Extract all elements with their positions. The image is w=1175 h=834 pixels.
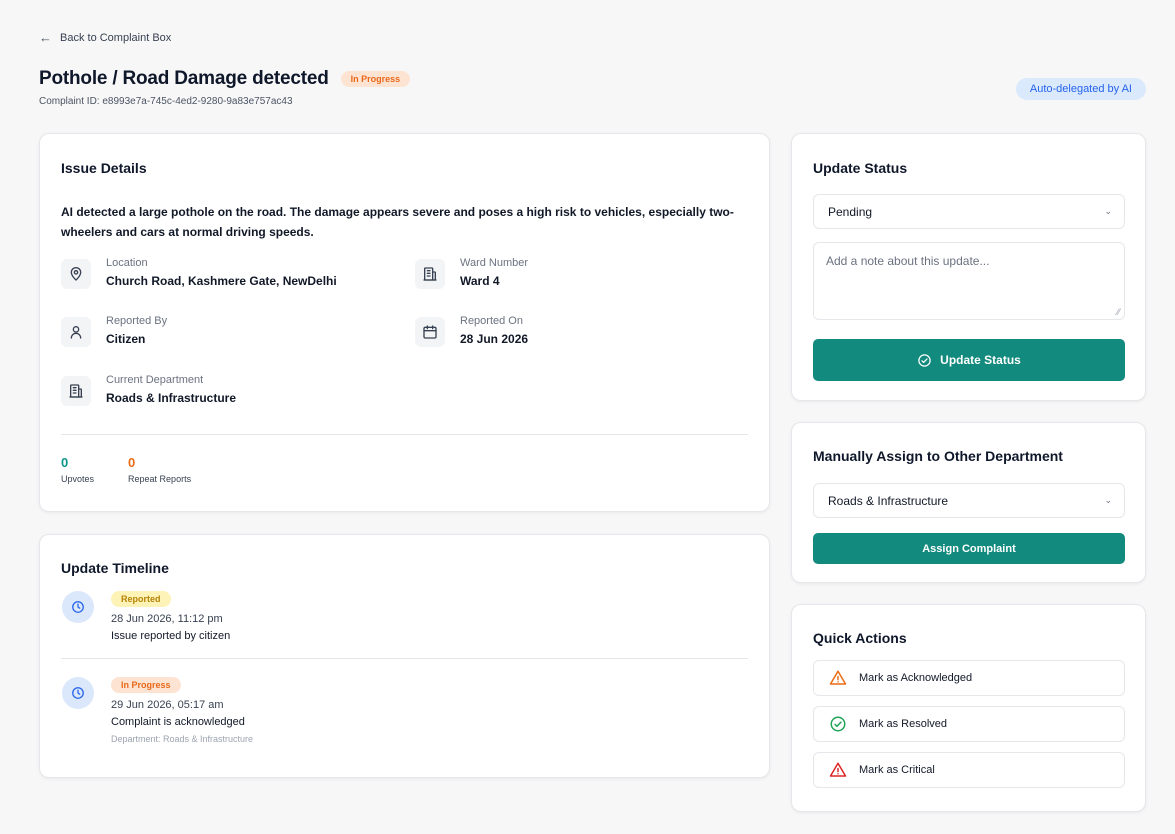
issue-description: AI detected a large pothole on the road.…	[61, 205, 734, 239]
resize-handle-icon[interactable]: ⁄⁄	[1117, 307, 1120, 317]
reported-on-value: 28 Jun 2026	[460, 332, 529, 346]
reported-by-info: Reported By Citizen	[61, 314, 167, 347]
issue-info-grid: Location Church Road, Kashmere Gate, New…	[61, 256, 748, 416]
department-info: Current Department Roads & Infrastructur…	[61, 373, 236, 406]
status-badge: In Progress	[340, 71, 411, 87]
ward-info: Ward Number Ward 4	[415, 256, 528, 289]
issue-details-card: Issue Details AI detected a large pothol…	[39, 133, 770, 512]
repeat-reports-count: 0	[128, 455, 136, 470]
mark-resolved-label: Mark as Resolved	[859, 718, 948, 730]
mark-acknowledged-button[interactable]: Mark as Acknowledged	[813, 660, 1125, 696]
map-pin-icon	[61, 259, 91, 289]
upvotes-count: 0	[61, 455, 69, 470]
check-circle-icon	[918, 353, 931, 367]
timeline-divider	[61, 658, 748, 659]
timeline-date: 29 Jun 2026, 05:17 am	[111, 699, 224, 711]
warning-triangle-icon	[829, 670, 847, 685]
mark-resolved-button[interactable]: Mark as Resolved	[813, 706, 1125, 742]
timeline-item: In Progress 29 Jun 2026, 05:17 am Compla…	[61, 675, 748, 744]
ai-delegation-badge: Auto-delegated by AI	[1015, 78, 1146, 100]
issue-details-title: Issue Details	[61, 160, 147, 176]
quick-actions-title: Quick Actions	[813, 630, 907, 646]
building-icon	[415, 259, 445, 289]
assign-title: Manually Assign to Other Department	[813, 448, 1063, 464]
status-note-textarea[interactable]: Add a note about this update... ⁄⁄	[813, 242, 1125, 320]
location-info: Location Church Road, Kashmere Gate, New…	[61, 256, 337, 289]
update-status-card: Update Status Pending ⌄ Add a note about…	[791, 133, 1146, 401]
timeline-message: Issue reported by citizen	[111, 630, 231, 642]
department-select[interactable]: Roads & Infrastructure ⌄	[813, 483, 1125, 518]
issue-stats: 0 Upvotes 0 Repeat Reports	[61, 455, 748, 484]
timeline-message: Complaint is acknowledged	[111, 716, 245, 728]
user-icon	[61, 317, 91, 347]
calendar-icon	[415, 317, 445, 347]
page-title: Pothole / Road Damage detected	[39, 68, 329, 89]
location-label: Location	[106, 257, 148, 269]
reported-by-value: Citizen	[106, 332, 146, 346]
status-select[interactable]: Pending ⌄	[813, 194, 1125, 229]
timeline-badge-reported: Reported	[111, 591, 171, 607]
title-row: Pothole / Road Damage detected In Progre…	[39, 68, 411, 90]
timeline-item: Reported 28 Jun 2026, 11:12 pm Issue rep…	[61, 589, 748, 642]
update-timeline-card: Update Timeline Reported 28 Jun 2026, 11…	[39, 534, 770, 778]
timeline-list: Reported 28 Jun 2026, 11:12 pm Issue rep…	[61, 589, 748, 744]
clock-icon	[62, 591, 94, 623]
issue-divider	[61, 434, 748, 435]
upvotes-stat: 0 Upvotes	[61, 455, 94, 484]
chevron-down-icon: ⌄	[1104, 206, 1112, 216]
update-status-button-label: Update Status	[940, 353, 1021, 367]
reported-on-label: Reported On	[460, 315, 523, 327]
back-link-label: Back to Complaint Box	[60, 31, 172, 44]
mark-acknowledged-label: Mark as Acknowledged	[859, 672, 973, 684]
timeline-badge-in-progress: In Progress	[111, 677, 181, 693]
update-status-button[interactable]: Update Status	[813, 339, 1125, 381]
assign-department-card: Manually Assign to Other Department Road…	[791, 422, 1146, 583]
mark-critical-label: Mark as Critical	[859, 764, 935, 776]
upvotes-label: Upvotes	[61, 474, 95, 484]
assign-complaint-button[interactable]: Assign Complaint	[813, 533, 1125, 564]
timeline-department: Department: Roads & Infrastructure	[111, 734, 254, 744]
timeline-date: 28 Jun 2026, 11:12 pm	[111, 613, 223, 625]
clock-icon	[62, 677, 94, 709]
ward-label: Ward Number	[460, 257, 529, 269]
reported-by-label: Reported By	[106, 315, 168, 327]
mark-critical-button[interactable]: Mark as Critical	[813, 752, 1125, 788]
back-to-complaint-box-link[interactable]: ← Back to Complaint Box	[39, 30, 171, 45]
assign-button-label: Assign Complaint	[922, 542, 1016, 555]
arrow-left-icon: ←	[39, 30, 52, 45]
repeat-reports-label: Repeat Reports	[128, 474, 192, 484]
department-value: Roads & Infrastructure	[106, 391, 237, 405]
status-select-value: Pending	[828, 204, 873, 219]
ward-value: Ward 4	[460, 274, 500, 288]
complaint-id: Complaint ID: e8993e7a-745c-4ed2-9280-9a…	[39, 96, 293, 107]
check-circle-icon	[830, 716, 846, 732]
reported-on-info: Reported On 28 Jun 2026	[415, 314, 528, 347]
repeat-reports-stat: 0 Repeat Reports	[128, 455, 191, 484]
alert-triangle-icon	[829, 762, 847, 777]
department-select-value: Roads & Infrastructure	[828, 493, 949, 508]
department-label: Current Department	[106, 374, 204, 386]
quick-actions-card: Quick Actions Mark as Acknowledged Mark …	[791, 604, 1146, 812]
location-value: Church Road, Kashmere Gate, NewDelhi	[106, 274, 337, 288]
chevron-down-icon: ⌄	[1104, 495, 1112, 505]
timeline-title: Update Timeline	[61, 560, 169, 576]
update-status-title: Update Status	[813, 160, 908, 176]
building-icon	[61, 376, 91, 406]
note-placeholder: Add a note about this update...	[826, 254, 990, 268]
